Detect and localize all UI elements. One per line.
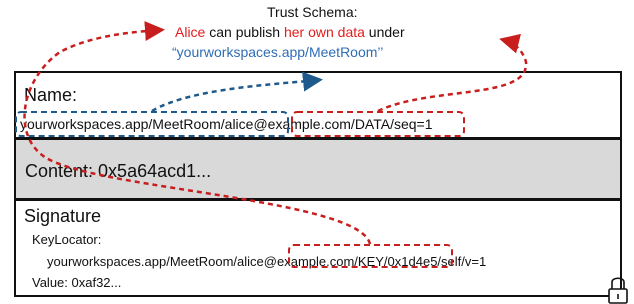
name-suffix: DATA/seq=1 [354, 116, 433, 132]
trust-schema-namespace: “yourworkspaces.app/MeetRoom’’ [172, 44, 384, 60]
name-identity: alice@example.com [224, 116, 351, 132]
signature-value: Value: 0xaf32... [32, 275, 122, 290]
name-prefix: yourworkspaces.app/MeetRoom [20, 116, 221, 132]
kl-identity: alice@example.com [237, 254, 355, 269]
trust-schema-line1: Alice can publish her own data under [175, 24, 405, 40]
name-label: Name: [24, 85, 78, 105]
schema-own-data: her own data [283, 24, 365, 40]
kl-suffix: KEY/0x1d4e5/self/v=1 [357, 254, 487, 269]
name-box: Name: yourworkspaces.app/MeetRoom/alice@… [14, 71, 622, 139]
schema-alice: Alice [175, 24, 206, 40]
schema-can-publish: can publish [205, 24, 284, 40]
trust-schema-title: Trust Schema: [267, 4, 358, 20]
signature-label: Signature [24, 206, 102, 226]
content-box: Content: 0x5a64acd1... [14, 138, 622, 200]
name-value: yourworkspaces.app/MeetRoom/alice@exampl… [20, 116, 433, 132]
schema-under: under [364, 24, 405, 40]
content-label: Content: 0x5a64acd1... [25, 161, 212, 181]
keylocator-label: KeyLocator: [32, 232, 102, 247]
signature-box: Signature KeyLocator: yourworkspaces.app… [14, 199, 622, 297]
keylocator-value: yourworkspaces.app/MeetRoom/alice@exampl… [47, 254, 486, 269]
kl-prefix: yourworkspaces.app/MeetRoom [47, 254, 234, 269]
